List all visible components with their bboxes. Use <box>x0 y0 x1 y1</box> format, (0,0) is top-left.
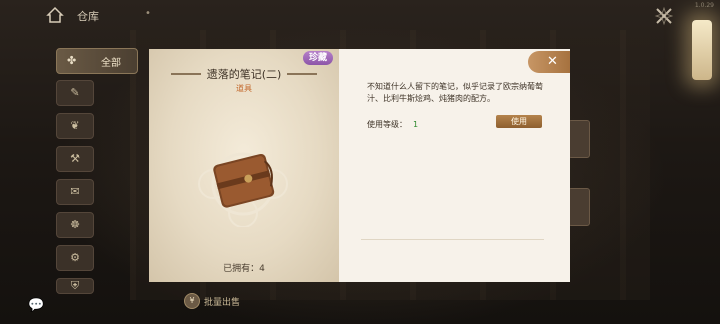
gift-icon: ✉ <box>70 185 80 198</box>
grid-item[interactable] <box>568 120 590 158</box>
title-separator: • <box>145 8 151 19</box>
tab-all[interactable]: ✤ 全部 <box>56 48 138 74</box>
tab-gear[interactable]: ⚙ <box>56 245 94 271</box>
tab-quill[interactable]: ✎ <box>56 80 94 106</box>
tab-seed[interactable]: ❦ <box>56 113 94 139</box>
divider <box>361 239 544 240</box>
tab-gift[interactable]: ✉ <box>56 179 94 205</box>
tab-shield[interactable]: ⛨ <box>56 278 94 294</box>
owned-count: 已拥有：4 <box>223 264 265 274</box>
coin-icon: ¥ <box>184 293 200 309</box>
item-name: 遗落的笔记(二) <box>206 68 282 81</box>
tab-hoe[interactable]: ⚒ <box>56 146 94 172</box>
notebook-icon <box>198 152 288 227</box>
item-type: 道具 <box>236 84 252 93</box>
gear-icon: ⚙ <box>70 251 80 264</box>
shield-icon: ⛨ <box>70 279 80 292</box>
hoe-icon: ⚒ <box>70 152 80 165</box>
use-level: 使用等级： 1 <box>367 119 418 130</box>
item-info-panel: 不知道什么人留下的笔记，似乎记录了欧宗纳葡萄汁、比利牛斯烩鸡、炖猪肉的配方。 使… <box>339 49 570 282</box>
home-icon[interactable] <box>46 6 64 24</box>
use-level-value: 1 <box>413 120 419 129</box>
item-description: 不知道什么人留下的笔记，似乎记录了欧宗纳葡萄汁、比利牛斯烩鸡、炖猪肉的配方。 <box>367 82 543 103</box>
close-icon: ✕ <box>547 54 558 69</box>
tab-all-label: 全部 <box>101 58 121 69</box>
close-icon[interactable] <box>654 6 674 26</box>
page-title: 仓库 <box>77 10 99 23</box>
bulk-sell-button[interactable]: ¥ 批量出售 <box>184 292 240 310</box>
item-detail-modal: 珍藏 遗落的笔记(二) 道具 已拥有：4 不知道什么人留下的笔记，似乎记录了欧宗… <box>149 49 570 282</box>
clover-icon: ✤ <box>67 54 77 67</box>
quill-icon: ✎ <box>70 86 80 99</box>
version-text: 1.0.29 <box>694 2 714 9</box>
use-level-label: 使用等级： <box>367 120 407 129</box>
item-preview-panel: 珍藏 遗落的笔记(二) 道具 已拥有：4 <box>149 49 340 282</box>
bulk-sell-label: 批量出售 <box>204 297 241 308</box>
grid-item[interactable] <box>568 188 590 226</box>
candle-decoration <box>692 20 712 80</box>
seed-icon: ❦ <box>70 119 80 132</box>
rarity-badge: 珍藏 <box>303 51 333 65</box>
modal-close-button[interactable]: ✕ <box>528 51 570 73</box>
tab-wreath[interactable]: ☸ <box>56 212 94 238</box>
wreath-icon: ☸ <box>70 218 80 231</box>
chat-icon[interactable]: 💬 <box>28 298 44 313</box>
use-button[interactable]: 使用 <box>496 115 542 128</box>
